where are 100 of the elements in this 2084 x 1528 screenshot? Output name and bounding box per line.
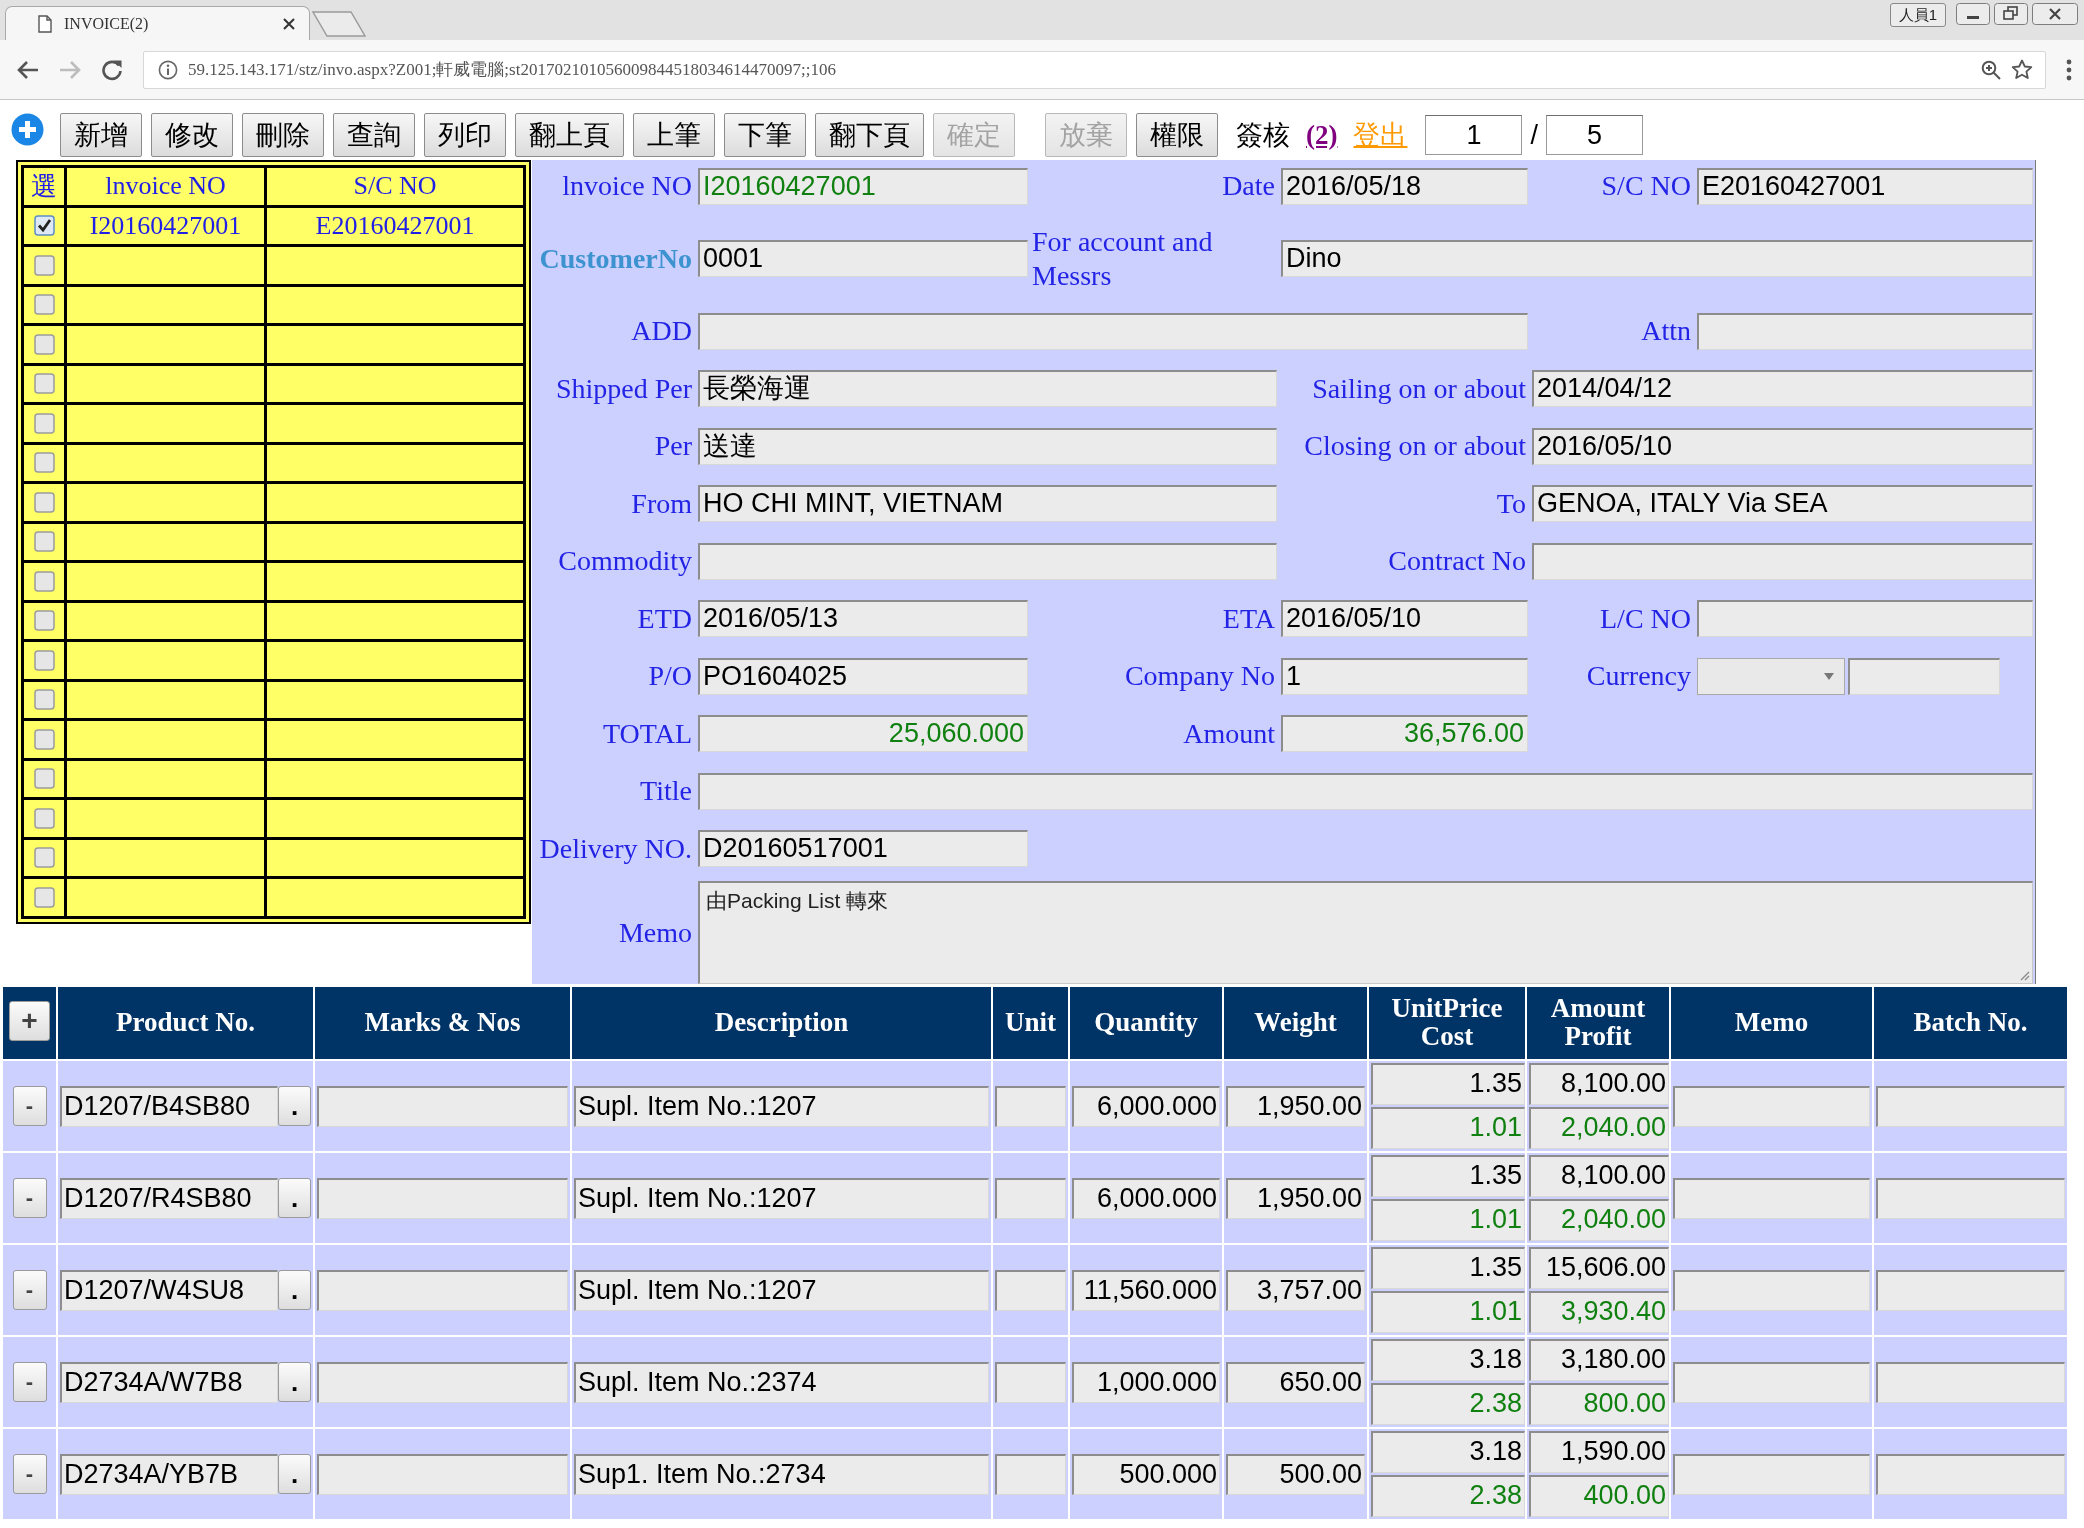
text-field[interactable] — [1876, 1361, 2065, 1403]
number-field[interactable]: 1.35 — [1371, 1155, 1525, 1197]
number-field[interactable]: 8,100.00 — [1529, 1155, 1669, 1197]
number-field[interactable]: 3.18 — [1371, 1339, 1525, 1381]
number-field[interactable]: 3,180.00 — [1529, 1339, 1669, 1381]
number-field[interactable]: 650.00 — [1226, 1361, 1365, 1403]
resize-grip-icon[interactable] — [2018, 969, 2030, 981]
checkbox[interactable] — [33, 531, 55, 553]
text-field[interactable]: HO CHI MINT, VIETNAM — [698, 485, 1277, 522]
lookup-button[interactable]: . — [278, 1270, 311, 1310]
text-field[interactable]: 2016/05/18 — [1281, 167, 1528, 205]
restore-icon[interactable] — [1994, 3, 2028, 25]
number-field[interactable]: 1.01 — [1371, 1291, 1525, 1333]
toolbar-button[interactable]: 刪除 — [242, 113, 324, 157]
close-icon[interactable] — [283, 17, 295, 30]
text-field[interactable]: 送達 — [698, 427, 1277, 465]
text-field[interactable] — [1876, 1269, 2065, 1311]
forward-arrow-icon[interactable] — [59, 59, 81, 80]
remove-row-button[interactable]: - — [12, 1086, 47, 1126]
browser-tab[interactable]: INVOICE(2) — [5, 6, 310, 40]
number-field[interactable]: 2,040.00 — [1529, 1107, 1669, 1149]
number-field[interactable]: 8,100.00 — [1529, 1063, 1669, 1105]
text-field[interactable] — [1876, 1177, 2065, 1219]
remove-row-button[interactable]: - — [12, 1178, 47, 1218]
page-count-field[interactable]: 5 — [1546, 115, 1643, 155]
number-field[interactable]: 3,930.40 — [1529, 1291, 1669, 1333]
text-field[interactable] — [995, 1453, 1066, 1495]
text-field[interactable] — [1673, 1085, 1870, 1127]
number-field[interactable]: 6,000.000 — [1072, 1177, 1220, 1219]
text-field[interactable]: D1207/B4SB80 — [60, 1085, 278, 1127]
number-field[interactable]: 36,576.00 — [1281, 715, 1528, 752]
text-field[interactable]: Supl. Item No.:1207 — [574, 1177, 989, 1219]
number-field[interactable]: 1,000.000 — [1072, 1361, 1220, 1403]
text-field[interactable] — [1697, 600, 2033, 637]
text-field[interactable] — [317, 1269, 568, 1311]
reload-icon[interactable] — [101, 58, 123, 81]
text-field[interactable]: 2016/05/10 — [1281, 600, 1528, 637]
toolbar-button[interactable]: 下筆 — [724, 113, 806, 157]
text-field[interactable] — [698, 312, 1528, 350]
text-field[interactable] — [1673, 1177, 1870, 1219]
toolbar-button[interactable]: 新增 — [60, 113, 142, 157]
number-field[interactable]: 1.35 — [1371, 1247, 1525, 1289]
minimize-icon[interactable] — [1956, 3, 1990, 25]
checkbox[interactable] — [33, 333, 55, 355]
text-field[interactable] — [1673, 1361, 1870, 1403]
number-field[interactable]: 15,606.00 — [1529, 1247, 1669, 1289]
lookup-button[interactable]: . — [278, 1362, 311, 1402]
text-field[interactable]: 2014/04/12 — [1532, 370, 2033, 407]
lookup-button[interactable]: . — [278, 1086, 311, 1126]
number-field[interactable]: 2,040.00 — [1529, 1199, 1669, 1241]
number-field[interactable]: 1.01 — [1371, 1107, 1525, 1149]
text-field[interactable]: D1207/W4SU8 — [60, 1269, 278, 1311]
checkbox[interactable] — [33, 412, 55, 434]
text-field[interactable] — [698, 772, 2033, 810]
remove-row-button[interactable]: - — [12, 1454, 47, 1494]
checkbox[interactable] — [33, 373, 55, 395]
toolbar-button[interactable]: 查詢 — [333, 113, 415, 157]
checkbox[interactable] — [33, 728, 55, 750]
number-field[interactable]: 500.000 — [1072, 1453, 1220, 1495]
text-field[interactable] — [995, 1085, 1066, 1127]
text-field[interactable]: GENOA, ITALY Via SEA — [1532, 485, 2033, 522]
checkbox[interactable] — [33, 610, 55, 632]
dropdown[interactable] — [1697, 657, 1845, 695]
checkbox[interactable] — [33, 491, 55, 513]
text-field[interactable] — [995, 1269, 1066, 1311]
close-icon[interactable] — [2032, 3, 2078, 25]
link[interactable]: (2) — [1306, 119, 1338, 151]
menu-icon[interactable] — [2066, 58, 2072, 81]
text-field[interactable] — [317, 1085, 568, 1127]
text-field[interactable]: 0001 — [698, 240, 1028, 277]
text-field[interactable] — [995, 1361, 1066, 1403]
add-row-button[interactable]: + — [9, 1001, 50, 1041]
remove-row-button[interactable]: - — [12, 1362, 47, 1402]
number-field[interactable]: 3,757.00 — [1226, 1269, 1365, 1311]
number-field[interactable]: 11,560.000 — [1072, 1269, 1220, 1311]
text-field[interactable]: Sup1. Item No.:2734 — [574, 1453, 989, 1495]
toolbar-button[interactable]: 上筆 — [633, 113, 715, 157]
back-arrow-icon[interactable] — [17, 59, 39, 80]
number-field[interactable]: 2.38 — [1371, 1475, 1525, 1517]
text-field[interactable]: E20160427001 — [1697, 167, 2033, 205]
text-field[interactable] — [1673, 1453, 1870, 1495]
number-field[interactable]: 800.00 — [1529, 1383, 1669, 1425]
page-field[interactable]: 1 — [1425, 115, 1523, 155]
number-field[interactable]: 1.01 — [1371, 1199, 1525, 1241]
remove-row-button[interactable]: - — [12, 1270, 47, 1310]
zoom-icon[interactable] — [1981, 59, 2001, 80]
toolbar-button[interactable]: 列印 — [424, 113, 506, 157]
checkbox[interactable] — [33, 689, 55, 711]
lookup-button[interactable]: . — [278, 1454, 311, 1494]
number-field[interactable]: 400.00 — [1529, 1475, 1669, 1517]
text-field[interactable] — [1673, 1269, 1870, 1311]
text-field[interactable] — [698, 542, 1277, 580]
text-field[interactable]: 長榮海運 — [698, 370, 1277, 407]
add-icon[interactable] — [11, 113, 44, 146]
toolbar-button[interactable]: 翻上頁 — [515, 113, 624, 157]
text-field[interactable]: PO1604025 — [698, 657, 1028, 695]
toolbar-button[interactable]: 權限 — [1136, 113, 1218, 157]
new-tab-icon[interactable] — [312, 11, 366, 37]
text-field[interactable]: Supl. Item No.:1207 — [574, 1269, 989, 1311]
address-bar[interactable]: 59.125.143.171/stz/invo.aspx?Z001;軒威電腦;st201702101056009844518034614470097;;106 — [143, 50, 2046, 89]
